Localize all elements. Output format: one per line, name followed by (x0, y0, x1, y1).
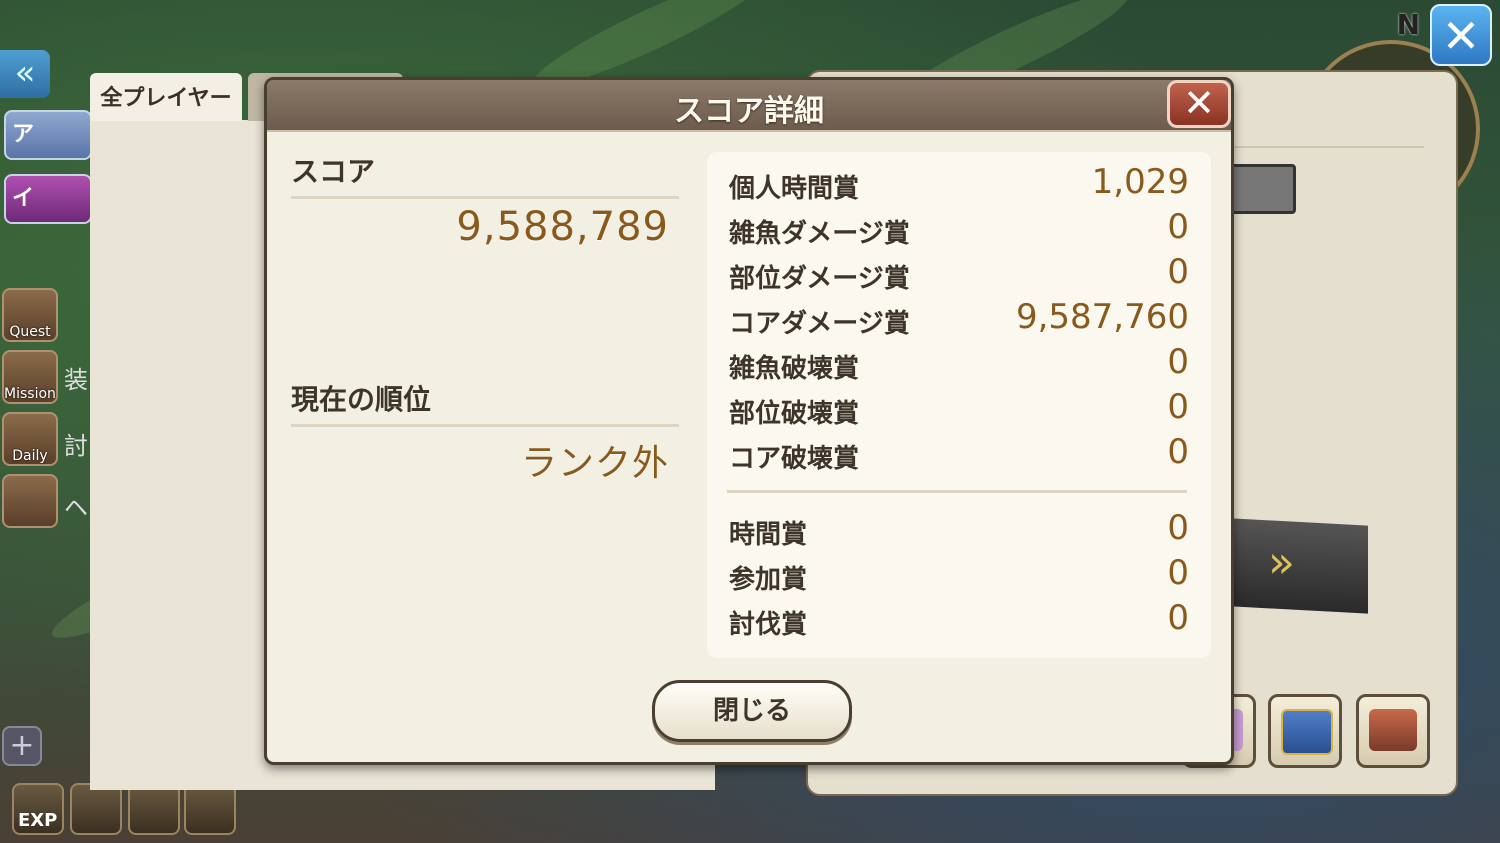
side-text-he: ヘ (64, 494, 88, 522)
row-label: 部位ダメージ賞 (729, 264, 910, 294)
close-icon: ✕ (1441, 9, 1481, 63)
row-value: 0 (1167, 553, 1189, 593)
row-label: 参加賞 (729, 565, 808, 595)
daily-icon[interactable]: Daily (2, 412, 58, 466)
treasure-chest-icon (1281, 709, 1333, 755)
modal-header: スコア詳細 ✕ (267, 80, 1231, 132)
row-label: 部位破壊賞 (729, 399, 860, 429)
breakdown-row: コア破壊賞 0 (729, 432, 1189, 476)
panel-input[interactable] (1228, 164, 1296, 214)
row-label: コア破壊賞 (729, 444, 860, 474)
rank-label: 現在の順位 (291, 383, 432, 416)
breakdown-divider (727, 490, 1187, 493)
row-value: 0 (1167, 432, 1189, 472)
mission-label: Mission (4, 386, 56, 402)
row-value: 0 (1167, 387, 1189, 427)
row-value: 0 (1167, 252, 1189, 292)
row-label: 雑魚ダメージ賞 (729, 219, 910, 249)
row-value: 0 (1167, 342, 1189, 382)
rank-rule (291, 424, 679, 427)
rail-button-a[interactable]: ア (4, 110, 92, 160)
score-detail-modal: スコア詳細 ✕ スコア 9,588,789 現在の順位 ランク外 個人時間賞 1,… (264, 77, 1234, 765)
plus-icon[interactable]: + (2, 726, 42, 766)
modal-close-button[interactable]: ✕ (1167, 80, 1231, 128)
arrow-decoration: » (1232, 518, 1368, 614)
modal-title: スコア詳細 (674, 94, 824, 129)
close-button[interactable]: 閉じる (652, 680, 852, 742)
shop-building-button[interactable] (1356, 694, 1430, 768)
score-rule (291, 196, 679, 199)
rank-value: ランク外 (520, 443, 669, 484)
row-label: コアダメージ賞 (729, 309, 910, 339)
breakdown-row: 個人時間賞 1,029 (729, 162, 1189, 206)
arrow-icon: » (1268, 536, 1295, 589)
row-value: 0 (1167, 598, 1189, 638)
quest-label: Quest (9, 324, 51, 340)
close-window-button[interactable]: ✕ (1430, 4, 1492, 66)
breakdown-row: 雑魚ダメージ賞 0 (729, 207, 1189, 251)
bonus-row: 時間賞 0 (729, 508, 1189, 552)
panel-divider (1228, 146, 1424, 148)
treasure-chest-button[interactable] (1268, 694, 1342, 768)
score-breakdown-box: 個人時間賞 1,029 雑魚ダメージ賞 0 部位ダメージ賞 0 コアダメージ賞 9,58… (707, 152, 1211, 658)
row-label: 個人時間賞 (729, 174, 860, 204)
score-label: スコア (291, 155, 376, 188)
daily-label: Daily (12, 448, 48, 464)
quest-icon[interactable]: Quest (2, 288, 58, 342)
tab-all-players[interactable]: 全プレイヤー (90, 73, 242, 121)
bonus-row: 討伐賞 0 (729, 598, 1189, 642)
rail-button-i[interactable]: イ (4, 174, 92, 224)
row-label: 討伐賞 (729, 610, 808, 640)
boots-icon[interactable] (128, 783, 180, 835)
breakdown-row: 部位破壊賞 0 (729, 387, 1189, 431)
side-text-subjugate: 討 (64, 432, 88, 460)
breakdown-row: 部位ダメージ賞 0 (729, 252, 1189, 296)
row-label: 時間賞 (729, 520, 808, 550)
coin-icon[interactable] (70, 783, 122, 835)
breakdown-row: コアダメージ賞 9,587,760 (729, 297, 1189, 341)
row-value: 0 (1167, 207, 1189, 247)
bonus-row: 参加賞 0 (729, 553, 1189, 597)
row-value: 0 (1167, 508, 1189, 548)
exp-label: EXP (18, 810, 58, 831)
gate-icon[interactable] (184, 783, 236, 835)
exp-icon[interactable]: EXP (12, 783, 64, 835)
mission-icon[interactable]: Mission (2, 350, 58, 404)
row-value: 9,587,760 (1015, 297, 1189, 337)
score-value: 9,588,789 (456, 204, 669, 250)
compass-label: N (1396, 8, 1420, 41)
handshake-icon[interactable] (2, 474, 58, 528)
side-text-equip: 装 (64, 366, 88, 394)
breakdown-row: 雑魚破壊賞 0 (729, 342, 1189, 386)
row-value: 1,029 (1091, 162, 1189, 202)
close-icon: ✕ (1183, 81, 1215, 125)
row-label: 雑魚破壊賞 (729, 354, 860, 384)
shop-building-icon (1369, 709, 1417, 751)
back-button[interactable]: « (0, 50, 50, 98)
